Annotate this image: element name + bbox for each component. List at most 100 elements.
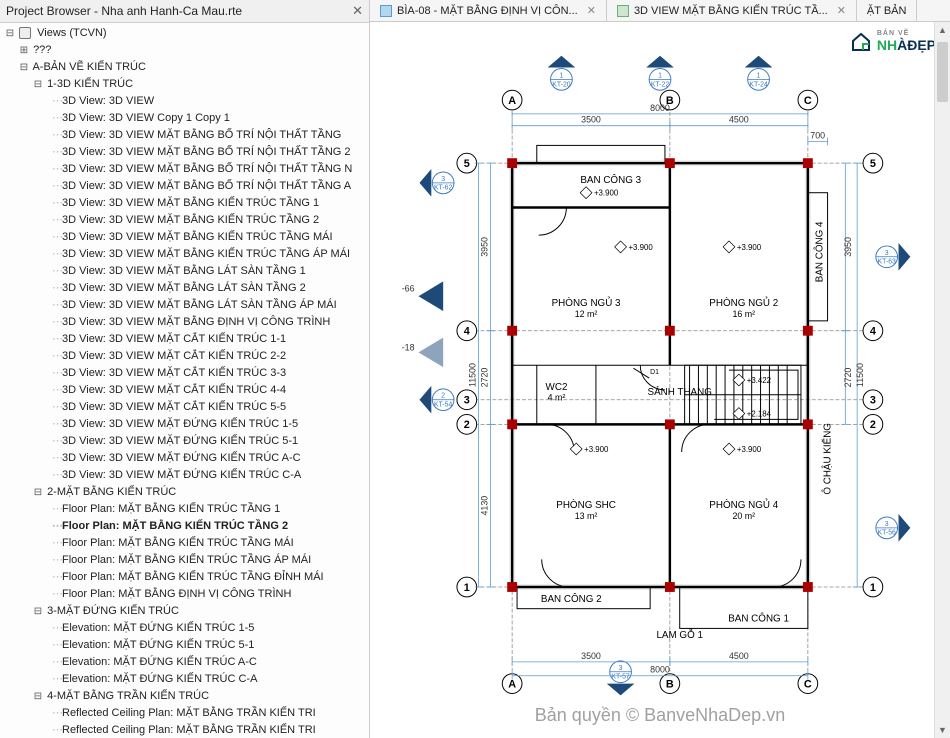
tree-item[interactable]: ⋯3D View: 3D VIEW [4, 93, 369, 110]
tree-item[interactable]: ⋯3D View: 3D VIEW MẶT BẰNG BỐ TRÍ NỘI TH… [4, 161, 369, 178]
tree-root[interactable]: ⊟ Views (TCVN) [4, 25, 369, 42]
tree-item[interactable]: ⋯3D View: 3D VIEW MẶT BẰNG KIẾN TRÚC TẦN… [4, 246, 369, 263]
svg-text:4500: 4500 [729, 651, 749, 661]
tree-item[interactable]: ⋯3D View: 3D VIEW MẶT BẰNG BỐ TRÍ NỘI TH… [4, 127, 369, 144]
tree-label: 3D View: 3D VIEW MẶT CẮT KIẾN TRÚC 3-3 [62, 367, 286, 379]
project-browser-panel: Project Browser - Nha anh Hanh-Ca Mau.rt… [0, 0, 370, 738]
tree-item[interactable]: ⋯3D View: 3D VIEW MẶT ĐỨNG KIẾN TRÚC 5-1 [4, 433, 369, 450]
tree-label: Floor Plan: MẶT BẰNG KIẾN TRÚC TẦNG ĐỈNH… [62, 571, 324, 583]
svg-text:1: 1 [464, 582, 470, 594]
close-icon[interactable]: ✕ [587, 4, 596, 17]
collapse-icon[interactable]: ⊟ [32, 604, 44, 619]
tree-item[interactable]: ⋯Floor Plan: MẶT BẰNG KIẾN TRÚC TẦNG MÁI [4, 535, 369, 552]
logo-smalltext: BẢN VẼ [877, 30, 936, 37]
tree-group[interactable]: ⊟ 4-MẶT BẰNG TRẦN KIẾN TRÚC [4, 688, 369, 705]
tree-item[interactable]: ⋯3D View: 3D VIEW MẶT BẰNG ĐỊNH VỊ CÔNG … [4, 314, 369, 331]
tree-group[interactable]: ⊟ 2-MẶT BẰNG KIẾN TRÚC [4, 484, 369, 501]
svg-text:3: 3 [619, 665, 623, 672]
svg-text:C: C [804, 95, 812, 107]
tree-item[interactable]: ⋯3D View: 3D VIEW MẶT CẮT KIẾN TRÚC 1-1 [4, 331, 369, 348]
scroll-thumb[interactable] [937, 42, 948, 102]
svg-text:4 m²: 4 m² [548, 393, 566, 403]
tree-label: 3D View: 3D VIEW MẶT CẮT KIẾN TRÚC 2-2 [62, 350, 286, 362]
tree-item[interactable]: ⋯3D View: 3D VIEW MẶT BẰNG LÁT SÀN TẦNG … [4, 263, 369, 280]
svg-text:2: 2 [464, 419, 470, 431]
expand-icon[interactable]: ⊞ [18, 43, 30, 58]
svg-text:BAN CÔNG 2: BAN CÔNG 2 [541, 594, 602, 605]
tree-item[interactable]: ⋯Floor Plan: MẶT BẰNG KIẾN TRÚC TẦNG ÁP … [4, 552, 369, 569]
tree-label: Floor Plan: MẶT BẰNG KIẾN TRÚC TẦNG MÁI [62, 537, 294, 549]
tree-item[interactable]: ⋯3D View: 3D VIEW MẶT ĐỨNG KIẾN TRÚC 1-5 [4, 416, 369, 433]
tree-item[interactable]: ⋯3D View: 3D VIEW MẶT BẰNG LÁT SÀN TẦNG … [4, 297, 369, 314]
close-panel-button[interactable]: ✕ [352, 3, 363, 19]
collapse-icon[interactable]: ⊟ [32, 689, 44, 704]
svg-text:3: 3 [870, 395, 876, 407]
tree-item[interactable]: ⋯3D View: 3D VIEW MẶT BẰNG BỐ TRÍ NỘI TH… [4, 178, 369, 195]
tree-item[interactable]: ⋯Reflected Ceiling Plan: MẶT BẰNG TRẦN K… [4, 705, 369, 722]
svg-text:A: A [508, 95, 516, 107]
tree-item[interactable]: ⋯3D View: 3D VIEW MẶT BẰNG KIẾN TRÚC TẦN… [4, 212, 369, 229]
svg-text:PHÒNG SHC: PHÒNG SHC [556, 500, 616, 511]
copyright-watermark: Bản quyền © BanveNhaDep.vn [535, 705, 785, 726]
tab-sheet[interactable]: BÌA-08 - MẶT BẰNG ĐỊNH VỊ CÔN... ✕ [370, 0, 607, 21]
vertical-scrollbar[interactable]: ▲ ▼ [934, 22, 950, 738]
tree-item[interactable]: ⋯Floor Plan: MẶT BẰNG KIẾN TRÚC TẦNG 1 [4, 501, 369, 518]
tree-label: 4-MẶT BẰNG TRẦN KIẾN TRÚC [47, 690, 209, 702]
tree-label: 3D View: 3D VIEW MẶT BẰNG LÁT SÀN TẦNG 2 [62, 282, 306, 294]
tree-item[interactable]: ⋯3D View: 3D VIEW MẶT CẮT KIẾN TRÚC 5-5 [4, 399, 369, 416]
logo-text-a: NH [877, 37, 897, 53]
tree-item[interactable]: ⋯Floor Plan: MẶT BẰNG KIẾN TRÚC TẦNG ĐỈN… [4, 569, 369, 586]
tree-item[interactable]: ⋯3D View: 3D VIEW Copy 1 Copy 1 [4, 110, 369, 127]
collapse-icon[interactable]: ⊟ [4, 26, 16, 41]
tree-item[interactable]: ⋯3D View: 3D VIEW MẶT ĐỨNG KIẾN TRÚC C-A [4, 467, 369, 484]
logo-watermark: BẢN VẼ NHÀĐẸP [843, 28, 942, 55]
tree-item[interactable]: ⋯3D View: 3D VIEW MẶT ĐỨNG KIẾN TRÚC A-C [4, 450, 369, 467]
tree-item[interactable]: ⋯Floor Plan: MẶT BẰNG KIẾN TRÚC TẦNG 2 [4, 518, 369, 535]
collapse-icon[interactable]: ⊟ [32, 77, 44, 92]
cube-icon [617, 5, 629, 17]
tree-group[interactable]: ⊟ 1-3D KIẾN TRÚC [4, 76, 369, 93]
tree-label: Elevation: MẶT ĐỨNG KIẾN TRÚC 1-5 [62, 622, 254, 634]
tree-item[interactable]: ⋯3D View: 3D VIEW MẶT BẰNG LÁT SÀN TẦNG … [4, 280, 369, 297]
tab-3dview[interactable]: 3D VIEW MẶT BẰNG KIẾN TRÚC TẦ... ✕ [607, 0, 857, 21]
collapse-icon[interactable]: ⊟ [32, 485, 44, 500]
tree-item[interactable]: ⋯Elevation: MẶT ĐỨNG KIẾN TRÚC 1-5 [4, 620, 369, 637]
tree-item[interactable]: ⋯Reflected Ceiling Plan: MẶT BẰNG TRẦN K… [4, 722, 369, 738]
tree-group[interactable]: ⊟ A-BẢN VẼ KIẾN TRÚC [4, 59, 369, 76]
scroll-up-icon[interactable]: ▲ [935, 22, 950, 38]
tree-item[interactable]: ⋯3D View: 3D VIEW MẶT CẮT KIẾN TRÚC 2-2 [4, 348, 369, 365]
tree-item[interactable]: ⋯3D View: 3D VIEW MẶT BẰNG BỐ TRÍ NỘI TH… [4, 144, 369, 161]
svg-text:C: C [804, 678, 812, 690]
tree-item[interactable]: ⋯3D View: 3D VIEW MẶT CẮT KIẾN TRÚC 3-3 [4, 365, 369, 382]
svg-text:8000: 8000 [650, 665, 670, 675]
tree-label: Elevation: MẶT ĐỨNG KIẾN TRÚC A-C [62, 656, 257, 668]
close-icon[interactable]: ✕ [837, 4, 846, 17]
svg-text:KT-20: KT-20 [552, 81, 571, 88]
svg-text:KT-22: KT-22 [651, 81, 670, 88]
collapse-icon[interactable]: ⊟ [18, 60, 30, 75]
scroll-down-icon[interactable]: ▼ [935, 722, 950, 738]
tree-item[interactable]: ⊞ ??? [4, 42, 369, 59]
svg-text:+3.900: +3.900 [594, 189, 619, 198]
tree-item[interactable]: ⋯3D View: 3D VIEW MẶT CẮT KIẾN TRÚC 4-4 [4, 382, 369, 399]
svg-text:2: 2 [441, 393, 445, 400]
drawing-canvas[interactable]: D1 BAN CÔNG 3PHÒNG NGỦ 312 m²PHÒNG NGỦ 2… [370, 22, 950, 738]
tree-item[interactable]: ⋯Elevation: MẶT ĐỨNG KIẾN TRÚC C-A [4, 671, 369, 688]
tree-item[interactable]: ⋯Floor Plan: MẶT BẰNG ĐỊNH VỊ CÔNG TRÌNH [4, 586, 369, 603]
tree-label: 3D View: 3D VIEW [62, 95, 154, 107]
tree-item[interactable]: ⋯3D View: 3D VIEW MẶT BẰNG KIẾN TRÚC TẦN… [4, 195, 369, 212]
project-tree[interactable]: ⊟ Views (TCVN) ⊞ ??? ⊟ A-BẢN VẼ KIẾN TRÚ… [0, 23, 369, 738]
svg-text:3500: 3500 [581, 651, 601, 661]
tab-3dview-partial[interactable]: ẶT BẢN [857, 0, 918, 21]
tree-item[interactable]: ⋯Elevation: MẶT ĐỨNG KIẾN TRÚC A-C [4, 654, 369, 671]
svg-text:3: 3 [441, 176, 445, 183]
svg-text:1: 1 [870, 582, 876, 594]
tree-item[interactable]: ⋯Elevation: MẶT ĐỨNG KIẾN TRÚC 5-1 [4, 637, 369, 654]
tree-group[interactable]: ⊟ 3-MẶT ĐỨNG KIẾN TRÚC [4, 603, 369, 620]
svg-text:KT-24: KT-24 [749, 81, 768, 88]
svg-text:20 m²: 20 m² [732, 511, 755, 521]
svg-text:3: 3 [464, 395, 470, 407]
tree-label: Floor Plan: MẶT BẰNG KIẾN TRÚC TẦNG 1 [62, 503, 280, 515]
tree-item[interactable]: ⋯3D View: 3D VIEW MẶT BẰNG KIẾN TRÚC TẦN… [4, 229, 369, 246]
tree-label: 3D View: 3D VIEW MẶT BẰNG ĐỊNH VỊ CÔNG T… [62, 316, 330, 328]
